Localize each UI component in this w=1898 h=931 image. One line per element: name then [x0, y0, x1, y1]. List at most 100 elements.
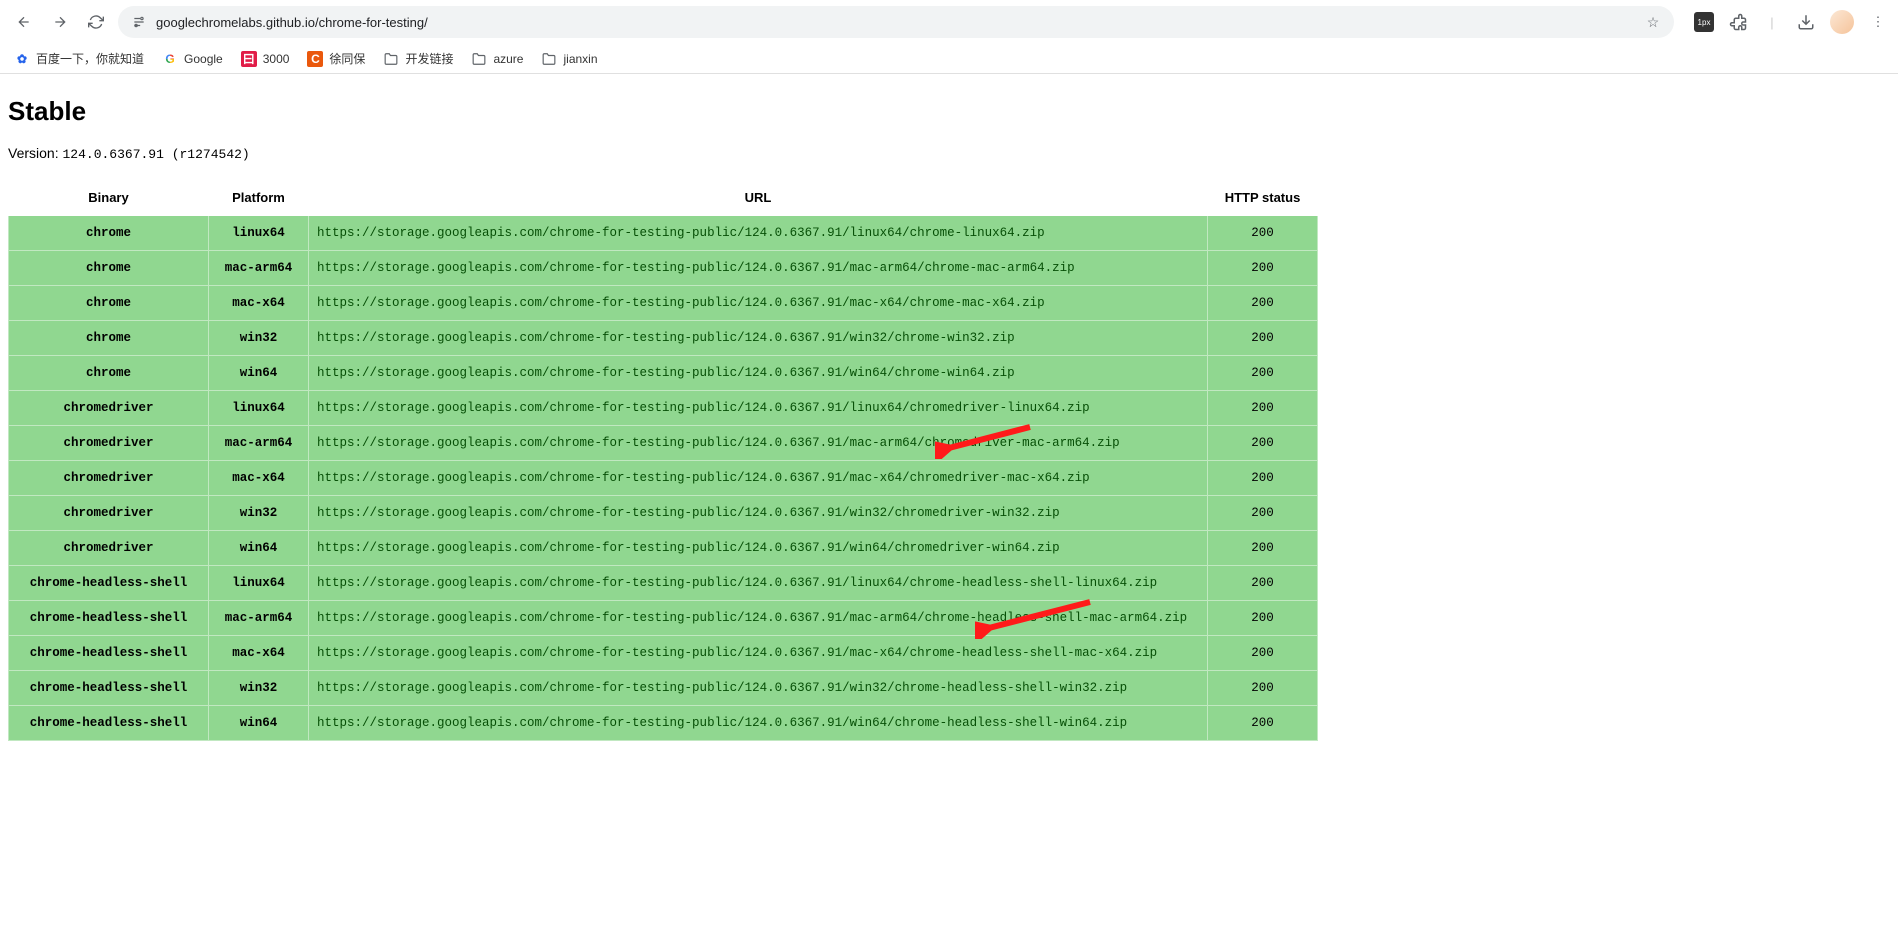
cell-binary: chrome [9, 286, 209, 321]
forward-button[interactable] [46, 8, 74, 36]
cell-status: 200 [1208, 566, 1318, 601]
col-platform: Platform [209, 180, 309, 216]
cell-status: 200 [1208, 356, 1318, 391]
cell-binary: chromedriver [9, 531, 209, 566]
bookmark-label: 开发链接 [405, 50, 453, 67]
bookmarks-bar: ✿百度一下，你就知道 GGoogle 曰 3000 C徐同保 开发链接 azure jianx… [0, 44, 1898, 73]
download-link[interactable]: https://storage.googleapis.com/chrome-fo… [317, 226, 1045, 240]
cell-status: 200 [1208, 531, 1318, 566]
menu-dots-icon[interactable]: ⋮ [1868, 12, 1888, 32]
cell-binary: chrome [9, 216, 209, 251]
cell-platform: mac-x64 [209, 286, 309, 321]
separator: | [1762, 12, 1782, 32]
baidu-icon: ✿ [14, 51, 30, 67]
table-row: chromewin32https://storage.googleapis.co… [9, 321, 1318, 356]
download-link[interactable]: https://storage.googleapis.com/chrome-fo… [317, 401, 1090, 415]
cell-binary: chrome [9, 321, 209, 356]
table-row: chromedriverlinux64https://storage.googl… [9, 391, 1318, 426]
cell-url: https://storage.googleapis.com/chrome-fo… [309, 286, 1208, 321]
cell-binary: chromedriver [9, 461, 209, 496]
reload-button[interactable] [82, 8, 110, 36]
cell-status: 200 [1208, 671, 1318, 706]
table-row: chrome-headless-shellmac-x64 https://stor… [9, 636, 1318, 671]
cell-platform: mac-x64 [209, 461, 309, 496]
folder-icon [383, 51, 399, 67]
download-link[interactable]: https://storage.googleapis.com/chrome-fo… [317, 716, 1127, 730]
downloads-table: Binary Platform URL HTTP status chromeli… [8, 180, 1318, 741]
address-bar[interactable]: googlechromelabs.github.io/chrome-for-te… [118, 6, 1674, 38]
extensions-icon[interactable] [1728, 12, 1748, 32]
download-link[interactable]: https://storage.googleapis.com/chrome-fo… [317, 261, 1075, 275]
extension-1px-icon[interactable]: 1px [1694, 12, 1714, 32]
back-button[interactable] [10, 8, 38, 36]
page-title: Stable [8, 96, 1890, 127]
download-link[interactable]: https://storage.googleapis.com/chrome-fo… [317, 471, 1090, 485]
table-row: chromedrivermac-arm64https://storage.goo… [9, 426, 1318, 461]
bookmark-item[interactable]: C徐同保 [307, 50, 365, 67]
download-link[interactable]: https://storage.googleapis.com/chrome-fo… [317, 436, 1120, 450]
cell-status: 200 [1208, 391, 1318, 426]
cell-binary: chrome-headless-shell [9, 566, 209, 601]
cell-status: 200 [1208, 286, 1318, 321]
bookmark-item[interactable]: ✿百度一下，你就知道 [14, 50, 144, 67]
bookmark-star-icon[interactable]: ☆ [1644, 13, 1662, 31]
cell-binary: chrome-headless-shell [9, 601, 209, 636]
toolbar-right-icons: 1px | ⋮ [1694, 10, 1888, 34]
red-square-icon: 曰 [241, 51, 257, 67]
browser-chrome: googlechromelabs.github.io/chrome-for-te… [0, 0, 1898, 74]
table-row: chromelinux64https://storage.googleapis.… [9, 216, 1318, 251]
folder-icon [541, 51, 557, 67]
bookmark-item[interactable]: GGoogle [162, 51, 223, 67]
cell-url: https://storage.googleapis.com/chrome-fo… [309, 391, 1208, 426]
cell-binary: chrome [9, 356, 209, 391]
download-link[interactable]: https://storage.googleapis.com/chrome-fo… [317, 576, 1157, 590]
site-info-icon[interactable] [130, 13, 148, 31]
cell-url: https://storage.googleapis.com/chrome-fo… [309, 601, 1208, 636]
browser-toolbar: googlechromelabs.github.io/chrome-for-te… [0, 0, 1898, 44]
cell-url: https://storage.googleapis.com/chrome-fo… [309, 531, 1208, 566]
download-link[interactable]: https://storage.googleapis.com/chrome-fo… [317, 331, 1015, 345]
bookmark-label: 3000 [263, 52, 290, 66]
cell-binary: chrome-headless-shell [9, 636, 209, 671]
cell-url: https://storage.googleapis.com/chrome-fo… [309, 251, 1208, 286]
version-revision: (r1274542) [164, 147, 250, 162]
cell-platform: win64 [209, 531, 309, 566]
download-link[interactable]: https://storage.googleapis.com/chrome-fo… [317, 366, 1015, 380]
cell-url: https://storage.googleapis.com/chrome-fo… [309, 356, 1208, 391]
download-link[interactable]: https://storage.googleapis.com/chrome-fo… [317, 646, 1157, 660]
cell-platform: mac-arm64 [209, 601, 309, 636]
cell-platform: mac-x64 [209, 636, 309, 671]
bookmark-item[interactable]: 曰 3000 [241, 51, 290, 67]
cell-url: https://storage.googleapis.com/chrome-fo… [309, 496, 1208, 531]
download-link[interactable]: https://storage.googleapis.com/chrome-fo… [317, 541, 1060, 555]
table-row: chromedriverwin32 https://storage.googlea… [9, 496, 1318, 531]
bookmark-label: azure [493, 52, 523, 66]
bookmark-label: jianxin [563, 52, 597, 66]
url-text: googlechromelabs.github.io/chrome-for-te… [156, 15, 1636, 30]
cell-platform: win32 [209, 496, 309, 531]
table-row: chromedriverwin64 https://storage.googlea… [9, 531, 1318, 566]
bookmark-item[interactable]: jianxin [541, 51, 597, 67]
version-prefix: Version: [8, 145, 62, 161]
cell-binary: chromedriver [9, 496, 209, 531]
bookmark-label: 徐同保 [329, 50, 365, 67]
cell-platform: win64 [209, 356, 309, 391]
profile-avatar[interactable] [1830, 10, 1854, 34]
download-icon[interactable] [1796, 12, 1816, 32]
cell-binary: chrome [9, 251, 209, 286]
download-link[interactable]: https://storage.googleapis.com/chrome-fo… [317, 296, 1045, 310]
bookmark-item[interactable]: azure [471, 51, 523, 67]
cell-status: 200 [1208, 426, 1318, 461]
download-link[interactable]: https://storage.googleapis.com/chrome-fo… [317, 506, 1060, 520]
download-link[interactable]: https://storage.googleapis.com/chrome-fo… [317, 681, 1127, 695]
bookmark-item[interactable]: 开发链接 [383, 50, 453, 67]
cell-platform: win32 [209, 671, 309, 706]
cell-url: https://storage.googleapis.com/chrome-fo… [309, 636, 1208, 671]
cell-binary: chromedriver [9, 426, 209, 461]
cell-platform: win64 [209, 706, 309, 741]
col-binary: Binary [9, 180, 209, 216]
table-row: chromewin64 https://storage.googleapis.co… [9, 356, 1318, 391]
download-link[interactable]: https://storage.googleapis.com/chrome-fo… [317, 611, 1187, 625]
cell-url: https://storage.googleapis.com/chrome-fo… [309, 706, 1208, 741]
col-url: URL [309, 180, 1208, 216]
